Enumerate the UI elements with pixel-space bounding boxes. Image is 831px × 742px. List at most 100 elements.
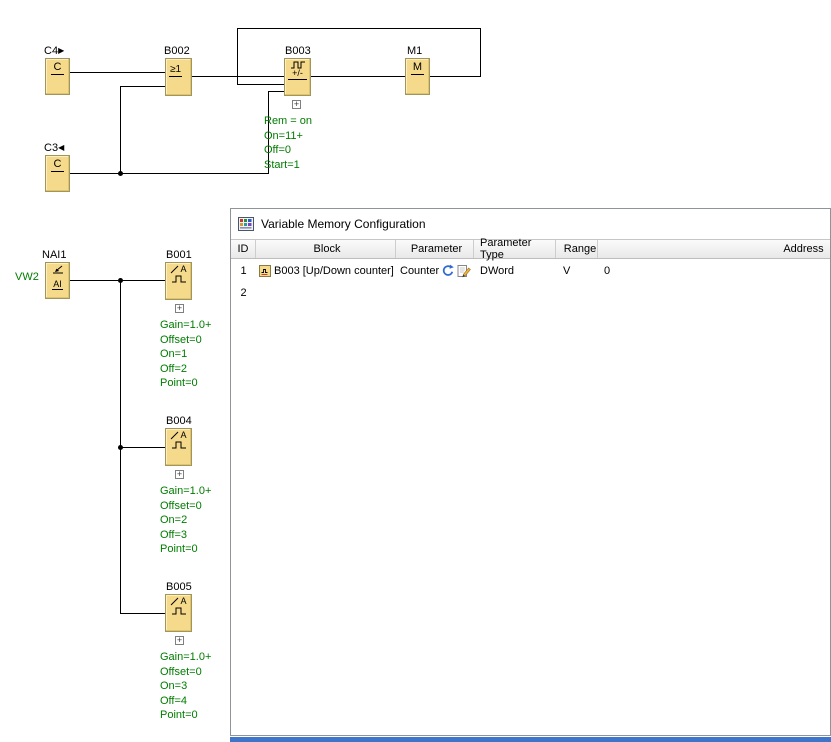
- block-label-b002: B002: [164, 45, 190, 57]
- block-c4-cursor-key[interactable]: C: [45, 58, 70, 95]
- variable-memory-dialog: Variable Memory Configuration ID Block P…: [230, 208, 831, 736]
- param-line: On=2: [160, 513, 211, 528]
- cell-range: V: [556, 260, 598, 282]
- cell-block: [256, 282, 396, 304]
- param-line: Offset=0: [160, 665, 211, 680]
- table-row[interactable]: 2: [231, 282, 831, 304]
- column-header-parameter: Parameter: [396, 240, 474, 258]
- wire: [311, 76, 405, 77]
- block-m1-marker[interactable]: M: [405, 58, 430, 95]
- analog-a-text: A: [180, 597, 186, 606]
- param-line: Point=0: [160, 376, 211, 391]
- column-header-range: Range: [556, 240, 598, 258]
- dialog-titlebar[interactable]: Variable Memory Configuration: [231, 209, 830, 239]
- wire: [70, 72, 165, 73]
- cursor-right-icon: ▶: [58, 46, 64, 55]
- param-line: On=3: [160, 679, 211, 694]
- block-c3-cursor-key[interactable]: C: [45, 155, 70, 192]
- cell-address: [598, 282, 831, 304]
- block-label-c4: C4▶: [44, 45, 64, 57]
- cursor-key-symbol: C: [51, 61, 64, 75]
- or-gate-symbol: ≥1: [169, 64, 182, 77]
- wire: [192, 76, 284, 77]
- cell-parameter: Counter: [396, 260, 474, 282]
- block-b001-analog-threshold[interactable]: A: [165, 262, 192, 300]
- analog-input-symbol: AI: [46, 265, 69, 292]
- expand-params-icon[interactable]: +: [175, 470, 184, 479]
- param-line: Off=3: [160, 528, 211, 543]
- wire: [120, 86, 165, 87]
- cell-range: [556, 282, 598, 304]
- block-params-b004: Gain=1.0+ Offset=0 On=2 Off=3 Point=0: [160, 484, 211, 557]
- expand-params-icon[interactable]: +: [292, 100, 301, 109]
- analog-a-text: A: [180, 431, 186, 440]
- param-line: Point=0: [160, 708, 211, 723]
- dialog-title: Variable Memory Configuration: [261, 217, 426, 231]
- operand-vw2: VW2: [15, 271, 39, 283]
- wire: [120, 447, 165, 448]
- block-b004-analog-threshold[interactable]: A: [165, 428, 192, 466]
- block-label-text: C3: [44, 142, 58, 154]
- table-row[interactable]: 1 B003 [Up/Down counter] Counter: [231, 260, 831, 282]
- cell-parameter-text: Counter: [400, 265, 439, 277]
- wire-junction: [118, 445, 123, 450]
- column-header-id: ID: [231, 240, 256, 258]
- param-line: Gain=1.0+: [160, 650, 211, 665]
- expand-params-icon[interactable]: +: [175, 636, 184, 645]
- block-label-b004: B004: [166, 415, 192, 427]
- block-label-b005: B005: [166, 581, 192, 593]
- logo-fbd-canvas: C4▶ B002 B003 M1 C3◀ NAI1 B001 B004 B005…: [0, 0, 831, 742]
- cursor-key-symbol: C: [51, 158, 64, 172]
- cell-block-text: B003 [Up/Down counter]: [274, 265, 394, 277]
- param-line: Gain=1.0+: [160, 484, 211, 499]
- step-wave-icon: [171, 440, 187, 449]
- refresh-icon[interactable]: [441, 264, 455, 278]
- cursor-left-icon: ◀: [58, 143, 64, 152]
- slash-icon: [170, 431, 179, 440]
- wire: [120, 613, 165, 614]
- variable-memory-icon: [238, 216, 254, 232]
- plus-minus-text: +/-: [288, 69, 307, 78]
- arrow-down-icon: [52, 265, 64, 274]
- column-header-address: Address: [598, 240, 831, 258]
- param-line: On=1: [160, 347, 211, 362]
- block-params-b003: Rem = on On=11+ Off=0 Start=1: [264, 114, 312, 172]
- param-line: Off=0: [264, 143, 312, 158]
- wire: [237, 28, 481, 29]
- block-b005-analog-threshold[interactable]: A: [165, 594, 192, 632]
- block-label-m1: M1: [407, 45, 422, 57]
- slash-icon: [170, 265, 179, 274]
- param-line: Start=1: [264, 158, 312, 173]
- block-params-b005: Gain=1.0+ Offset=0 On=3 Off=4 Point=0: [160, 650, 211, 723]
- wire: [120, 86, 121, 174]
- wire: [268, 91, 284, 92]
- block-label-text: C4: [44, 45, 58, 57]
- block-b002-or-gate[interactable]: ≥1: [165, 58, 192, 96]
- marker-symbol: M: [411, 61, 424, 75]
- background-window-edge: [230, 737, 831, 742]
- table-header: ID Block Parameter Parameter Type Range …: [231, 239, 831, 259]
- block-params-b001: Gain=1.0+ Offset=0 On=1 Off=2 Point=0: [160, 318, 211, 391]
- cell-address: 0: [598, 260, 831, 282]
- block-label-b003: B003: [285, 45, 311, 57]
- param-line: On=11+: [264, 129, 312, 144]
- analog-threshold-symbol: A: [166, 597, 191, 615]
- block-label-b001: B001: [166, 249, 192, 261]
- edit-icon[interactable]: [457, 264, 471, 278]
- wire-junction: [118, 171, 123, 176]
- wire-junction: [118, 278, 123, 283]
- expand-params-icon[interactable]: +: [175, 304, 184, 313]
- cell-id: 2: [231, 282, 256, 304]
- counter-symbol: +/-: [288, 61, 307, 80]
- analog-threshold-symbol: A: [166, 431, 191, 449]
- block-label-c3: C3◀: [44, 142, 64, 154]
- column-header-parameter-type: Parameter Type: [474, 240, 556, 258]
- block-nai1-analog-input[interactable]: AI: [45, 262, 70, 299]
- param-line: Point=0: [160, 542, 211, 557]
- step-wave-icon: [171, 274, 187, 283]
- wire: [430, 76, 481, 77]
- block-label-nai1: NAI1: [42, 249, 66, 261]
- cell-parameter-type: DWord: [474, 260, 556, 282]
- block-b003-updown-counter[interactable]: +/-: [284, 58, 311, 96]
- cell-parameter: [396, 282, 474, 304]
